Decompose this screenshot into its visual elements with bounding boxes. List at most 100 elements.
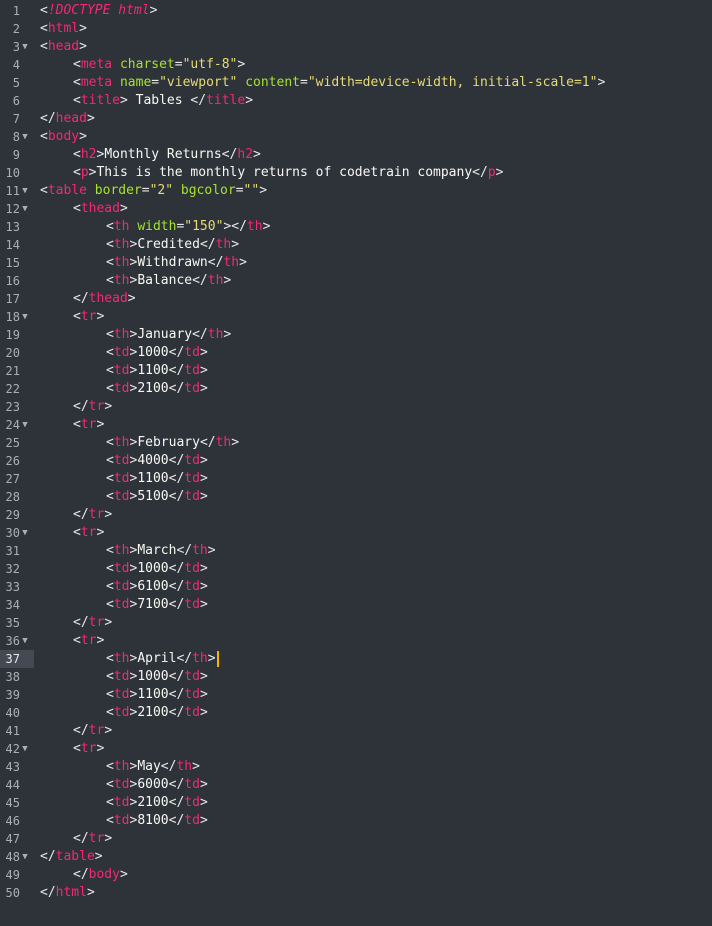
code-line[interactable]: 37 <th>April</th> (0, 650, 712, 668)
line-code[interactable]: </head> (40, 110, 95, 128)
code-editor[interactable]: 1 <!DOCTYPE html> 2 <html> 3 ▼ <head> 4 <meta ch… (0, 0, 712, 926)
line-code[interactable]: <tr> (73, 632, 104, 650)
code-line[interactable]: 2 <html> (0, 20, 712, 38)
line-code[interactable]: <head> (40, 38, 87, 56)
code-line[interactable]: 7 </head> (0, 110, 712, 128)
code-line[interactable]: 1 <!DOCTYPE html> (0, 2, 712, 20)
code-line[interactable]: 36 ▼ <tr> (0, 632, 712, 650)
fold-arrow-icon[interactable]: ▼ (20, 740, 30, 758)
code-line[interactable]: 48 ▼ </table> (0, 848, 712, 866)
fold-arrow-icon[interactable]: ▼ (20, 128, 30, 146)
line-code[interactable]: <th width="150"></th> (106, 218, 270, 236)
line-code[interactable]: <h2>Monthly Returns</h2> (73, 146, 261, 164)
code-line[interactable]: 34 <td>7100</td> (0, 596, 712, 614)
line-code[interactable]: <meta charset="utf-8"> (73, 56, 245, 74)
line-code[interactable]: </tr> (73, 830, 112, 848)
line-code[interactable]: <td>1100</td> (106, 362, 208, 380)
fold-arrow-icon[interactable]: ▼ (20, 416, 30, 434)
code-line[interactable]: 41 </tr> (0, 722, 712, 740)
line-code[interactable]: <th>Balance</th> (106, 272, 231, 290)
fold-arrow-icon[interactable]: ▼ (20, 524, 30, 542)
code-line[interactable]: 24 ▼ <tr> (0, 416, 712, 434)
line-code[interactable]: <td>1000</td> (106, 344, 208, 362)
line-code[interactable]: <table border="2" bgcolor=""> (40, 182, 267, 200)
line-code[interactable]: </tr> (73, 506, 112, 524)
code-line[interactable]: 11 ▼ <table border="2" bgcolor=""> (0, 182, 712, 200)
code-line[interactable]: 12 ▼ <thead> (0, 200, 712, 218)
fold-arrow-icon[interactable]: ▼ (20, 308, 30, 326)
line-code[interactable]: <p>This is the monthly returns of codetr… (73, 164, 503, 182)
code-line[interactable]: 3 ▼ <head> (0, 38, 712, 56)
line-code[interactable]: </html> (40, 884, 95, 902)
line-code[interactable]: </table> (40, 848, 103, 866)
line-code[interactable]: <td>2100</td> (106, 794, 208, 812)
line-code[interactable]: <td>1000</td> (106, 668, 208, 686)
code-line[interactable]: 19 <th>January</th> (0, 326, 712, 344)
code-line[interactable]: 39 <td>1100</td> (0, 686, 712, 704)
code-line[interactable]: 8 ▼ <body> (0, 128, 712, 146)
code-line[interactable]: 35 </tr> (0, 614, 712, 632)
line-code[interactable]: <tr> (73, 740, 104, 758)
code-line[interactable]: 5 <meta name="viewport" content="width=de… (0, 74, 712, 92)
line-code[interactable]: <th>May</th> (106, 758, 200, 776)
code-line[interactable]: 45 <td>2100</td> (0, 794, 712, 812)
fold-arrow-icon[interactable]: ▼ (20, 38, 30, 56)
line-code[interactable]: <title> Tables </title> (73, 92, 253, 110)
line-code[interactable]: <td>8100</td> (106, 812, 208, 830)
fold-arrow-icon[interactable]: ▼ (20, 200, 30, 218)
code-line[interactable]: 46 <td>8100</td> (0, 812, 712, 830)
line-code[interactable]: <html> (40, 20, 87, 38)
line-code[interactable]: </body> (73, 866, 128, 884)
line-code[interactable]: </tr> (73, 614, 112, 632)
code-line[interactable]: 42 ▼ <tr> (0, 740, 712, 758)
code-line[interactable]: 40 <td>2100</td> (0, 704, 712, 722)
code-line[interactable]: 9 <h2>Monthly Returns</h2> (0, 146, 712, 164)
code-line[interactable]: 27 <td>1100</td> (0, 470, 712, 488)
code-line[interactable]: 29 </tr> (0, 506, 712, 524)
line-code[interactable]: <td>1100</td> (106, 686, 208, 704)
line-code[interactable]: <td>7100</td> (106, 596, 208, 614)
fold-arrow-icon[interactable]: ▼ (20, 848, 30, 866)
code-line[interactable]: 23 </tr> (0, 398, 712, 416)
line-code[interactable]: <td>2100</td> (106, 380, 208, 398)
code-line[interactable]: 14 <th>Credited</th> (0, 236, 712, 254)
line-code[interactable]: <tr> (73, 524, 104, 542)
code-line[interactable]: 4 <meta charset="utf-8"> (0, 56, 712, 74)
code-line[interactable]: 13 <th width="150"></th> (0, 218, 712, 236)
line-code[interactable]: </tr> (73, 398, 112, 416)
line-code[interactable]: <tr> (73, 308, 104, 326)
code-line[interactable]: 16 <th>Balance</th> (0, 272, 712, 290)
code-line[interactable]: 47 </tr> (0, 830, 712, 848)
line-code[interactable]: <td>1100</td> (106, 470, 208, 488)
code-line[interactable]: 33 <td>6100</td> (0, 578, 712, 596)
code-line[interactable]: 49 </body> (0, 866, 712, 884)
line-code[interactable]: <td>2100</td> (106, 704, 208, 722)
line-code[interactable]: <!DOCTYPE html> (40, 2, 157, 20)
code-line[interactable]: 26 <td>4000</td> (0, 452, 712, 470)
line-code[interactable]: </tr> (73, 722, 112, 740)
fold-arrow-icon[interactable]: ▼ (20, 182, 30, 200)
code-line[interactable]: 17 </thead> (0, 290, 712, 308)
code-line[interactable]: 22 <td>2100</td> (0, 380, 712, 398)
line-code[interactable]: <td>4000</td> (106, 452, 208, 470)
code-line[interactable]: 6 <title> Tables </title> (0, 92, 712, 110)
line-code[interactable]: <tr> (73, 416, 104, 434)
line-code[interactable]: <meta name="viewport" content="width=dev… (73, 74, 605, 92)
line-code[interactable]: <thead> (73, 200, 128, 218)
line-code[interactable]: <th>February</th> (106, 434, 239, 452)
code-line[interactable]: 44 <td>6000</td> (0, 776, 712, 794)
code-line[interactable]: 15 <th>Withdrawn</th> (0, 254, 712, 272)
code-line[interactable]: 32 <td>1000</td> (0, 560, 712, 578)
code-line[interactable]: 43 <th>May</th> (0, 758, 712, 776)
line-code[interactable]: <td>6100</td> (106, 578, 208, 596)
code-line[interactable]: 21 <td>1100</td> (0, 362, 712, 380)
code-line[interactable]: 28 <td>5100</td> (0, 488, 712, 506)
line-code[interactable]: <td>1000</td> (106, 560, 208, 578)
line-code[interactable]: <th>Withdrawn</th> (106, 254, 247, 272)
code-line[interactable]: 18 ▼ <tr> (0, 308, 712, 326)
line-code[interactable]: <td>5100</td> (106, 488, 208, 506)
code-line[interactable]: 38 <td>1000</td> (0, 668, 712, 686)
line-code[interactable]: <th>Credited</th> (106, 236, 239, 254)
line-code[interactable]: <td>6000</td> (106, 776, 208, 794)
line-code[interactable]: <th>January</th> (106, 326, 231, 344)
